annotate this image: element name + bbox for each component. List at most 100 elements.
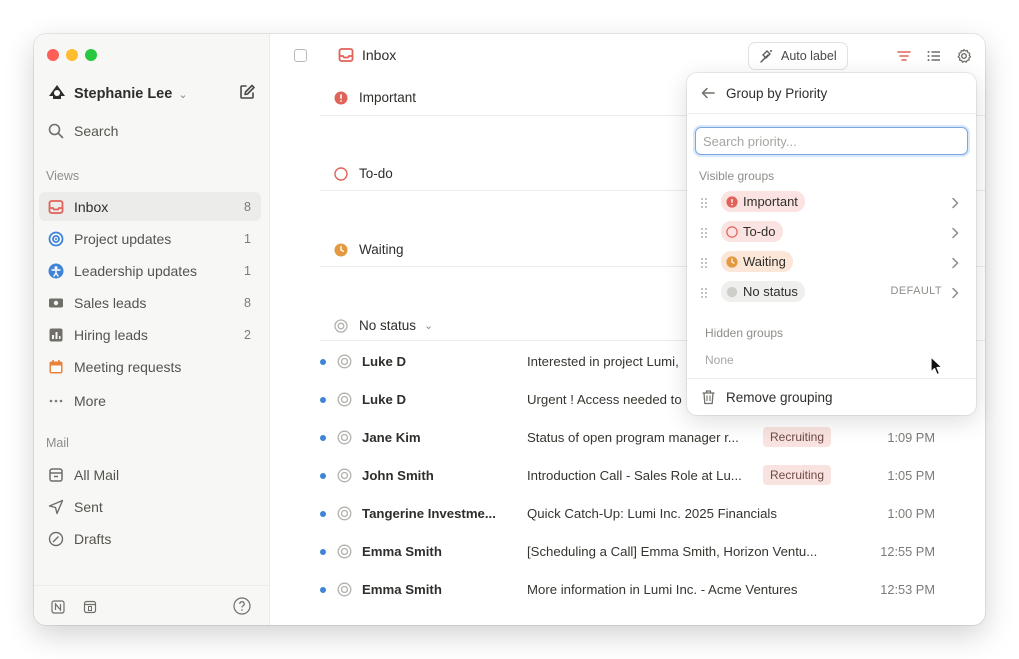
drag-handle-icon[interactable] xyxy=(700,286,708,298)
draft-icon xyxy=(47,530,65,548)
views-heading: Views xyxy=(46,169,80,183)
sidebar-item-label: Drafts xyxy=(74,530,112,547)
status-icon[interactable] xyxy=(337,582,352,597)
group-pill: Waiting xyxy=(721,251,793,272)
email-subject: Quick Catch-Up: Lumi Inc. 2025 Financial… xyxy=(527,506,777,521)
auto-label-text: Auto label xyxy=(781,49,837,63)
notion-icon[interactable] xyxy=(51,600,65,614)
sidebar-item-meeting-requests[interactable]: Meeting requests xyxy=(39,352,261,381)
sidebar-item-inbox[interactable]: Inbox 8 xyxy=(39,192,261,221)
status-icon[interactable] xyxy=(337,468,352,483)
chevron-right-icon[interactable] xyxy=(951,226,959,239)
label-tag[interactable]: Recruiting xyxy=(763,465,832,485)
mouse-cursor-icon xyxy=(930,356,944,376)
email-row[interactable]: Emma Smith [Scheduling a Call] Emma Smit… xyxy=(270,533,985,571)
settings-gear-icon[interactable] xyxy=(956,48,972,64)
visible-group-todo[interactable]: To-do xyxy=(695,217,968,247)
remove-grouping-button[interactable]: Remove grouping xyxy=(701,389,833,405)
search-button[interactable]: Search xyxy=(39,116,261,145)
sidebar-item-sales-leads[interactable]: Sales leads 8 xyxy=(39,288,261,317)
email-subject: More information in Lumi Inc. - Acme Ven… xyxy=(527,582,798,597)
drag-handle-icon[interactable] xyxy=(700,196,708,208)
unread-dot xyxy=(320,511,326,517)
back-arrow-icon[interactable] xyxy=(701,86,715,100)
unread-dot xyxy=(320,473,326,479)
chevron-down-icon[interactable]: ⌄ xyxy=(424,319,433,332)
status-icon[interactable] xyxy=(337,430,352,445)
unread-dot xyxy=(320,435,326,441)
list-view-icon[interactable] xyxy=(926,48,942,64)
important-icon xyxy=(726,195,738,208)
user-name: Stephanie Lee xyxy=(74,86,173,102)
sidebar-item-leadership-updates[interactable]: Leadership updates 1 xyxy=(39,256,261,285)
chevron-right-icon[interactable] xyxy=(951,196,959,209)
email-row[interactable]: John Smith Introduction Call - Sales Rol… xyxy=(270,457,985,495)
email-sender: Luke D xyxy=(362,354,406,369)
status-icon[interactable] xyxy=(337,392,352,407)
todo-icon xyxy=(334,166,348,181)
sidebar-item-hiring-leads[interactable]: Hiring leads 2 xyxy=(39,320,261,349)
email-time: 12:55 PM xyxy=(880,544,935,559)
count-badge: 2 xyxy=(244,327,251,342)
close-window-button[interactable] xyxy=(47,49,59,61)
sidebar-item-project-updates[interactable]: Project updates 1 xyxy=(39,224,261,253)
sidebar-item-label: Project updates xyxy=(74,230,172,247)
priority-search-input[interactable] xyxy=(695,127,968,155)
sidebar-item-drafts[interactable]: Drafts xyxy=(39,524,261,553)
label-tag[interactable]: Recruiting xyxy=(763,427,832,447)
tag-sparkle-icon xyxy=(760,49,772,63)
remove-grouping-label: Remove grouping xyxy=(726,389,833,405)
minimize-window-button[interactable] xyxy=(66,49,78,61)
unread-dot xyxy=(320,359,326,365)
group-pill: No status xyxy=(721,281,805,302)
email-time: 1:00 PM xyxy=(887,506,935,521)
main-header: Inbox Auto label xyxy=(270,34,985,76)
email-row[interactable]: Jane Kim Status of open program manager … xyxy=(270,419,985,457)
group-header-important[interactable]: Important xyxy=(334,90,416,105)
filter-icon[interactable] xyxy=(896,48,912,64)
zoom-window-button[interactable] xyxy=(85,49,97,61)
money-icon xyxy=(47,294,65,312)
drag-handle-icon[interactable] xyxy=(700,226,708,238)
sidebar-item-label: Meeting requests xyxy=(74,358,182,375)
sidebar-item-sent[interactable]: Sent xyxy=(39,492,261,521)
chevron-right-icon[interactable] xyxy=(951,286,959,299)
drag-handle-icon[interactable] xyxy=(700,256,708,268)
auto-label-button[interactable]: Auto label xyxy=(748,42,848,70)
group-pill: Important xyxy=(721,191,805,212)
email-sender: Luke D xyxy=(362,392,406,407)
sidebar-item-more[interactable]: More xyxy=(39,386,261,415)
calendar-app-icon[interactable] xyxy=(83,600,97,614)
visible-group-important[interactable]: Important xyxy=(695,187,968,217)
group-pill-label: No status xyxy=(743,284,798,299)
group-label: Waiting xyxy=(359,242,404,257)
email-row[interactable]: Tangerine Investme... Quick Catch-Up: Lu… xyxy=(270,495,985,533)
no-status-icon xyxy=(334,318,348,333)
group-label: No status xyxy=(359,318,417,333)
account-switcher[interactable]: Stephanie Lee ⌄ xyxy=(48,83,258,105)
target-icon xyxy=(47,230,65,248)
hidden-groups-heading: Hidden groups xyxy=(705,326,784,340)
compose-icon[interactable] xyxy=(238,83,258,103)
group-header-no-status[interactable]: No status ⌄ xyxy=(334,318,433,333)
select-all-checkbox[interactable] xyxy=(294,49,307,62)
sidebar-footer xyxy=(34,585,269,625)
email-row[interactable]: Emma Smith More information in Lumi Inc.… xyxy=(270,571,985,609)
page-title-text: Inbox xyxy=(362,47,397,63)
visible-group-no-status[interactable]: No status DEFAULT xyxy=(695,277,968,307)
group-header-todo[interactable]: To-do xyxy=(334,166,393,181)
count-badge: 1 xyxy=(244,231,251,246)
status-icon[interactable] xyxy=(337,354,352,369)
help-icon[interactable] xyxy=(233,597,251,615)
group-pill-label: Waiting xyxy=(743,254,786,269)
visible-group-waiting[interactable]: Waiting xyxy=(695,247,968,277)
search-icon xyxy=(47,122,65,140)
sidebar-item-label: Leadership updates xyxy=(74,262,197,279)
status-icon[interactable] xyxy=(337,544,352,559)
unread-dot xyxy=(320,587,326,593)
status-icon[interactable] xyxy=(337,506,352,521)
chevron-right-icon[interactable] xyxy=(951,256,959,269)
count-badge: 1 xyxy=(244,263,251,278)
sidebar-item-all-mail[interactable]: All Mail xyxy=(39,460,261,489)
group-header-waiting[interactable]: Waiting xyxy=(334,242,404,257)
